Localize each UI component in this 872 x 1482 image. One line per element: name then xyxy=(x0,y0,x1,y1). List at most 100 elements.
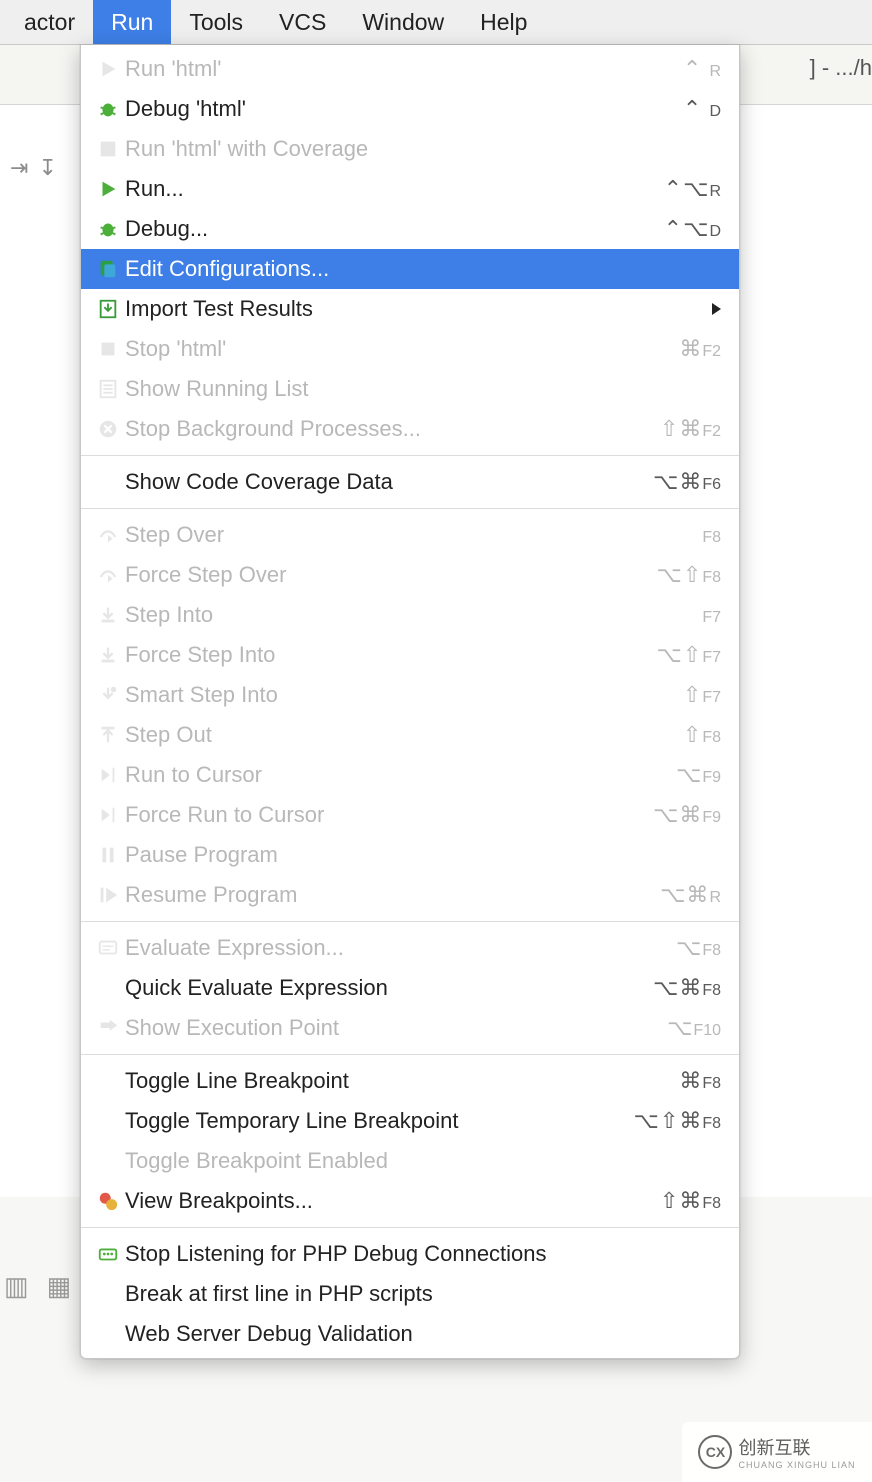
menu-item-label: Toggle Line Breakpoint xyxy=(125,1068,679,1094)
menu-item-shortcut: ⌃ D xyxy=(683,96,721,122)
menu-item-step-into: Step IntoF7 xyxy=(81,595,739,635)
window-title-fragment: ] - .../h xyxy=(810,55,872,81)
gutter-icon-2: ↧ xyxy=(38,155,56,195)
gutter-icon-1: ⇥ xyxy=(10,155,28,195)
menu-item-shortcut: ⇧⌘F2 xyxy=(660,416,721,442)
menu-separator xyxy=(81,921,739,922)
menu-item-force-step-over: Force Step Over⌥⇧F8 xyxy=(81,555,739,595)
menu-item-label: Debug... xyxy=(125,216,664,242)
bug-icon xyxy=(91,98,125,120)
menu-separator xyxy=(81,455,739,456)
menu-item-run[interactable]: Run...⌃⌥R xyxy=(81,169,739,209)
menu-item-shortcut: ⇧F7 xyxy=(683,682,721,708)
watermark: CX 创新互联 CHUANG XINGHU LIAN xyxy=(682,1422,872,1482)
menu-item-label: Toggle Temporary Line Breakpoint xyxy=(125,1108,634,1134)
edit-config-icon xyxy=(91,258,125,280)
menu-item-edit-configurations[interactable]: Edit Configurations... xyxy=(81,249,739,289)
menu-tools[interactable]: Tools xyxy=(171,0,261,44)
menu-item-stop-listening-for-php-debug-connections[interactable]: Stop Listening for PHP Debug Connections xyxy=(81,1234,739,1274)
layout-icon-2: ▦ xyxy=(47,1271,72,1302)
menu-item-shortcut: ⌃⌥D xyxy=(664,216,721,242)
exec-point-icon xyxy=(91,1017,125,1039)
menu-item-shortcut: ⌘F2 xyxy=(679,336,721,362)
menu-item-run-html-with-coverage: Run 'html' with Coverage xyxy=(81,129,739,169)
menu-item-shortcut: ⌥F10 xyxy=(667,1015,721,1041)
menu-item-label: Toggle Breakpoint Enabled xyxy=(125,1148,721,1174)
menu-item-force-step-into: Force Step Into⌥⇧F7 xyxy=(81,635,739,675)
menu-item-label: Step Over xyxy=(125,522,702,548)
menu-separator xyxy=(81,1054,739,1055)
menu-item-break-at-first-line-in-php-scripts[interactable]: Break at first line in PHP scripts xyxy=(81,1274,739,1314)
menu-item-show-code-coverage-data[interactable]: Show Code Coverage Data⌥⌘F6 xyxy=(81,462,739,502)
menu-refactor[interactable]: actor xyxy=(6,0,93,44)
menu-item-shortcut: ⌥⌘R xyxy=(660,882,721,908)
stop-circle-icon xyxy=(91,418,125,440)
menu-item-debug-html[interactable]: Debug 'html'⌃ D xyxy=(81,89,739,129)
menu-item-label: Quick Evaluate Expression xyxy=(125,975,653,1001)
menu-item-shortcut: ⌃ R xyxy=(683,56,721,82)
menu-item-toggle-temporary-line-breakpoint[interactable]: Toggle Temporary Line Breakpoint⌥⇧⌘F8 xyxy=(81,1101,739,1141)
step-over-icon xyxy=(91,524,125,546)
menu-item-label: Stop Background Processes... xyxy=(125,416,660,442)
watermark-sub: CHUANG XINGHU LIAN xyxy=(738,1460,855,1470)
import-icon xyxy=(91,298,125,320)
breakpoints-icon xyxy=(91,1190,125,1212)
menubar: actor Run Tools VCS Window Help xyxy=(0,0,872,45)
resume-icon xyxy=(91,884,125,906)
menu-item-label: Run to Cursor xyxy=(125,762,676,788)
play-icon xyxy=(91,58,125,80)
watermark-brand: 创新互联 xyxy=(738,1434,855,1460)
coverage-icon xyxy=(91,138,125,160)
menu-help[interactable]: Help xyxy=(462,0,545,44)
play-icon xyxy=(91,178,125,200)
menu-item-label: Show Code Coverage Data xyxy=(125,469,653,495)
menu-run[interactable]: Run xyxy=(93,0,171,44)
menu-item-import-test-results[interactable]: Import Test Results xyxy=(81,289,739,329)
bug-icon xyxy=(91,218,125,240)
evaluate-icon xyxy=(91,937,125,959)
menu-item-evaluate-expression: Evaluate Expression...⌥F8 xyxy=(81,928,739,968)
menu-window[interactable]: Window xyxy=(344,0,462,44)
menu-item-quick-evaluate-expression[interactable]: Quick Evaluate Expression⌥⌘F8 xyxy=(81,968,739,1008)
menu-item-label: Pause Program xyxy=(125,842,721,868)
force-step-into-icon xyxy=(91,644,125,666)
menu-item-stop-html: Stop 'html'⌘F2 xyxy=(81,329,739,369)
submenu-arrow-icon xyxy=(712,303,721,315)
menu-item-label: Import Test Results xyxy=(125,296,712,322)
menu-item-label: Edit Configurations... xyxy=(125,256,721,282)
menu-item-shortcut: ⌥⌘F6 xyxy=(653,469,721,495)
menu-item-show-execution-point: Show Execution Point⌥F10 xyxy=(81,1008,739,1048)
layout-icon-1: ▥ xyxy=(4,1271,29,1302)
menu-item-view-breakpoints[interactable]: View Breakpoints...⇧⌘F8 xyxy=(81,1181,739,1221)
stop-icon xyxy=(91,338,125,360)
smart-step-into-icon xyxy=(91,684,125,706)
menu-item-shortcut: ⌥⌘F8 xyxy=(653,975,721,1001)
menu-item-label: Run 'html' with Coverage xyxy=(125,136,721,162)
list-icon xyxy=(91,378,125,400)
left-gutter-icons: ⇥ ↧ xyxy=(0,155,80,195)
menu-item-label: Resume Program xyxy=(125,882,660,908)
menu-item-toggle-line-breakpoint[interactable]: Toggle Line Breakpoint⌘F8 xyxy=(81,1061,739,1101)
menu-item-label: Run... xyxy=(125,176,664,202)
menu-item-debug[interactable]: Debug...⌃⌥D xyxy=(81,209,739,249)
menu-item-web-server-debug-validation[interactable]: Web Server Debug Validation xyxy=(81,1314,739,1354)
menu-item-label: Evaluate Expression... xyxy=(125,935,676,961)
menu-separator xyxy=(81,508,739,509)
menu-vcs[interactable]: VCS xyxy=(261,0,344,44)
menu-item-label: Stop Listening for PHP Debug Connections xyxy=(125,1241,721,1267)
menu-item-label: Force Run to Cursor xyxy=(125,802,653,828)
step-out-icon xyxy=(91,724,125,746)
php-listen-icon xyxy=(91,1243,125,1265)
menu-item-shortcut: ⌥⇧F8 xyxy=(657,562,721,588)
menu-item-label: Break at first line in PHP scripts xyxy=(125,1281,721,1307)
menu-item-stop-background-processes: Stop Background Processes...⇧⌘F2 xyxy=(81,409,739,449)
menu-item-label: Web Server Debug Validation xyxy=(125,1321,721,1347)
menu-item-label: Show Running List xyxy=(125,376,721,402)
menu-item-run-html: Run 'html'⌃ R xyxy=(81,49,739,89)
menu-item-run-to-cursor: Run to Cursor⌥F9 xyxy=(81,755,739,795)
menu-item-label: Step Out xyxy=(125,722,683,748)
menu-item-shortcut: ⇧⌘F8 xyxy=(660,1188,721,1214)
menu-item-label: Run 'html' xyxy=(125,56,683,82)
menu-item-shortcut: ⌥F9 xyxy=(676,762,721,788)
menu-item-step-out: Step Out⇧F8 xyxy=(81,715,739,755)
